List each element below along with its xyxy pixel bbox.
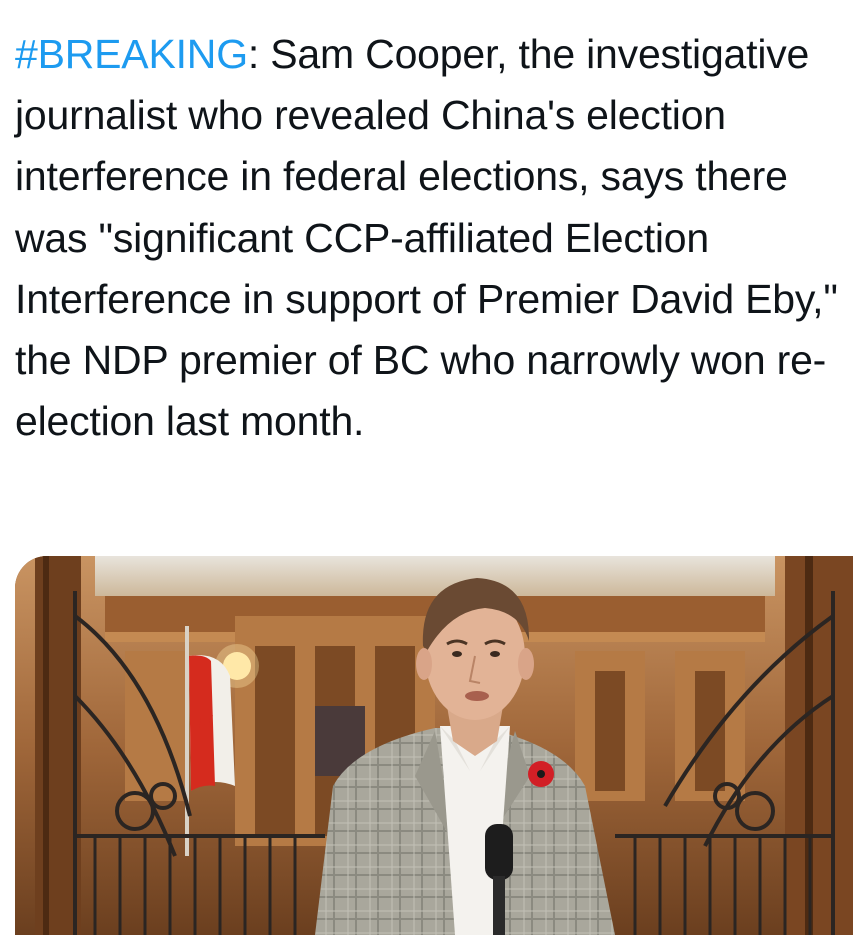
tweet-body: : Sam Cooper, the investigative journali… xyxy=(15,31,838,445)
tweet-text: #BREAKING: Sam Cooper, the investigative… xyxy=(15,24,845,452)
tweet-media-photo[interactable] xyxy=(15,556,853,935)
hashtag-link[interactable]: #BREAKING xyxy=(15,31,248,77)
photo-illustration xyxy=(15,556,853,935)
